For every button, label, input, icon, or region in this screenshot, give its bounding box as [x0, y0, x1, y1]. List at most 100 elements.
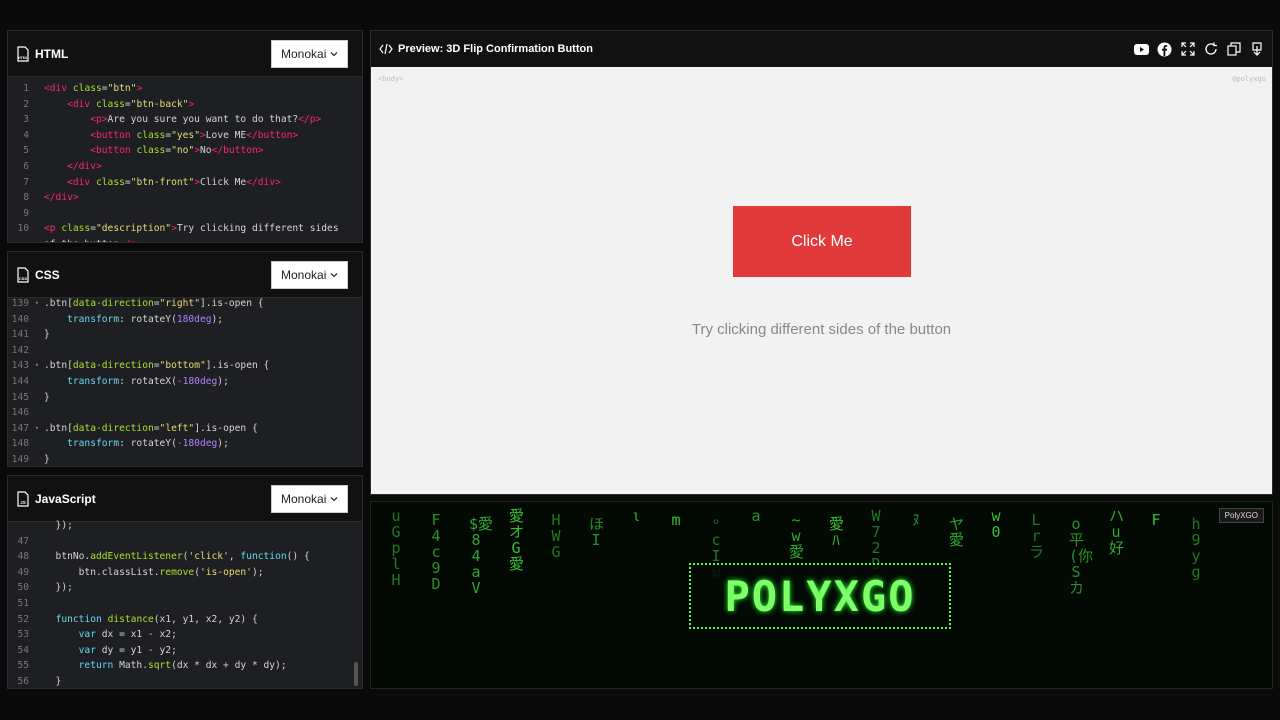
line-number: 7	[23, 176, 29, 188]
code-line: 47	[8, 534, 362, 550]
code-line: 140 transform: rotateY(180deg);	[8, 312, 362, 328]
preview-title: Preview: 3D Flip Confirmation Button	[398, 43, 593, 55]
code-icon	[379, 43, 393, 55]
html-code-area[interactable]: 1 <div class="btn"> 2 <div class="btn-back…	[8, 77, 362, 242]
fold-toggle-icon	[32, 159, 42, 175]
rain-column: w0	[991, 507, 1001, 541]
line-number: 1	[23, 83, 29, 94]
fold-toggle-icon	[32, 190, 42, 206]
polyxgo-banner: uGplHF4c9D$愛84aV愛オG愛HWGほIιmᵒcIมa~w愛愛ﾊW72…	[370, 501, 1273, 689]
line-number: 49	[17, 566, 29, 578]
line-number: 143	[11, 360, 29, 372]
js-file-icon: JS	[17, 490, 29, 507]
rain-column: a	[751, 507, 761, 525]
rain-column: ハu好	[1109, 507, 1125, 557]
css-theme-select[interactable]: Monokai	[271, 260, 348, 289]
facebook-icon[interactable]	[1157, 42, 1172, 57]
code-text: <p class="description">Try clicking diff…	[44, 223, 339, 235]
line-number: 51	[17, 597, 29, 609]
refresh-icon[interactable]	[1203, 42, 1218, 57]
click-me-button[interactable]: Click Me	[733, 206, 911, 277]
fold-toggle-icon	[32, 436, 42, 452]
line-number: 141	[11, 329, 29, 341]
js-scrollbar[interactable]	[354, 662, 358, 686]
css-panel-title: CSS	[35, 267, 60, 282]
rain-column: F	[1151, 511, 1161, 529]
line-number	[8, 518, 32, 534]
code-text: transform: rotateY(180deg);	[67, 313, 224, 325]
code-line: 6 </div>	[8, 159, 362, 175]
code-text: <button class="no">No</button>	[90, 145, 264, 157]
body-tag-label: <body>	[378, 75, 404, 83]
fold-toggle-icon	[32, 81, 42, 97]
fold-toggle-icon[interactable]: ▾	[32, 421, 42, 437]
fold-toggle-icon	[32, 143, 42, 159]
js-code-area[interactable]: }); 47 48 btnNo.addEventListener('click', …	[8, 514, 362, 688]
html-theme-select[interactable]: Monokai	[271, 39, 348, 68]
author-handle: @polyxgo	[1232, 75, 1266, 83]
line-number: 149	[11, 453, 29, 465]
code-text: <div class="btn-back">	[67, 98, 195, 110]
code-line: 55 return Math.sqrt(dx * dx + dy * dy);	[8, 658, 362, 674]
line-number	[8, 237, 32, 242]
app-frame: HTML HTML Monokai 1 <div class="btn"> 2 <d…	[0, 0, 1280, 720]
code-line: 145}	[8, 390, 362, 406]
download-icon[interactable]	[1249, 42, 1264, 57]
code-line: 139 ▾ .btn[data-direction="right"].is-open…	[8, 296, 362, 312]
rain-column: ヤ愛	[949, 515, 965, 549]
fold-toggle-icon[interactable]: ▾	[32, 358, 42, 374]
line-number: 139	[11, 298, 29, 309]
line-number: 47	[17, 535, 29, 547]
preview-header: Preview: 3D Flip Confirmation Button	[371, 31, 1272, 67]
code-line: 50 });	[8, 580, 362, 596]
line-number: 48	[17, 551, 29, 563]
fold-toggle-icon	[32, 627, 42, 643]
code-text: });	[44, 520, 73, 531]
code-text: return Math.sqrt(dx * dx + dy * dy);	[78, 660, 287, 672]
fullscreen-icon[interactable]	[1180, 42, 1195, 57]
css-code-area[interactable]: 139 ▾ .btn[data-direction="right"].is-open…	[8, 292, 362, 466]
js-theme-value: Monokai	[281, 491, 327, 506]
line-number: 50	[17, 582, 29, 594]
code-line: 141}	[8, 327, 362, 343]
code-text: .btn[data-direction="right"].is-open {	[44, 298, 264, 309]
line-number: 9	[23, 207, 29, 219]
line-number: 146	[11, 407, 29, 419]
line-number: 4	[23, 129, 29, 141]
copy-icon[interactable]	[1226, 42, 1241, 57]
youtube-icon[interactable]	[1134, 42, 1149, 57]
line-number: 142	[11, 344, 29, 356]
fold-toggle-icon	[32, 612, 42, 628]
code-line: 7 <div class="btn-front">Click Me</div>	[8, 175, 362, 191]
code-line: 149}	[8, 452, 362, 466]
brand-badge: PolyXGO	[1218, 508, 1264, 523]
preview-pane: Preview: 3D Flip Confirmation Button <bo…	[370, 30, 1273, 495]
js-theme-select[interactable]: Monokai	[271, 484, 348, 513]
fold-toggle-icon	[32, 374, 42, 390]
code-text: }	[44, 329, 50, 341]
code-line: 54 var dy = y1 - y2;	[8, 643, 362, 659]
fold-toggle-icon	[32, 312, 42, 328]
code-text: transform: rotateX(-180deg);	[67, 375, 229, 387]
code-text: }	[44, 391, 50, 403]
code-text: <div class="btn-front">Click Me</div>	[67, 176, 281, 188]
fold-toggle-icon[interactable]: ▾	[32, 296, 42, 312]
code-line: 144 transform: rotateX(-180deg);	[8, 374, 362, 390]
code-text: });	[44, 582, 73, 594]
fold-toggle-icon	[32, 221, 42, 237]
fold-toggle-icon	[32, 534, 42, 550]
fold-toggle-icon	[32, 596, 42, 612]
fold-toggle-icon	[32, 97, 42, 113]
line-number: 144	[11, 375, 29, 387]
rain-column: m	[671, 511, 681, 529]
code-text: }	[44, 675, 62, 687]
fold-toggle-icon	[32, 580, 42, 596]
html-panel-header: HTML HTML Monokai	[8, 31, 362, 77]
line-number: 8	[23, 192, 29, 204]
fold-toggle-icon	[32, 643, 42, 659]
code-text: function distance(x1, y1, x2, y2) {	[55, 613, 258, 625]
